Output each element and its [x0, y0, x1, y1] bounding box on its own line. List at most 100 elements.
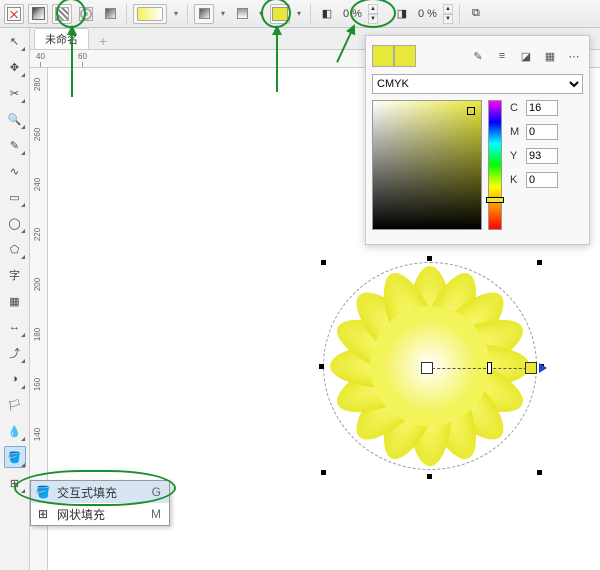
- cmyk-inputs: C M Y K: [510, 100, 558, 230]
- polygon-tool[interactable]: ⬠: [4, 238, 26, 260]
- artistic-media-tool[interactable]: ∿: [4, 160, 26, 182]
- pick-tool[interactable]: ↖: [4, 30, 26, 52]
- color-viewer-button[interactable]: ◪: [517, 47, 535, 65]
- c-label: C: [510, 102, 522, 114]
- separator: [459, 4, 460, 24]
- text-tool[interactable]: 字: [4, 264, 26, 286]
- flyout-shortcut: M: [151, 507, 165, 521]
- separator: [187, 4, 188, 24]
- linear-gradient-icon: [137, 7, 163, 21]
- gradient-vector[interactable]: [427, 368, 537, 369]
- flower-shape[interactable]: [305, 248, 555, 484]
- effects-tool[interactable]: ◑: [4, 368, 26, 390]
- property-bar: ▾ ▾ ▾ ▾ ◧ 0 % ▲▼ ◨ 0 % ▲▼ ⧉: [0, 0, 600, 28]
- m-input[interactable]: [526, 124, 558, 140]
- start-color-icon: [199, 8, 210, 19]
- paint-bucket-icon: 🪣: [35, 484, 51, 500]
- midpoint-button[interactable]: [232, 4, 252, 24]
- swatch-pair[interactable]: [372, 45, 416, 67]
- toolbox: ↖ ✥ ✂ 🔍 ✎ ∿ ▭ ◯ ⬠ 字 ▦ ↔ ⤴ ◑ 🏳 💧 🪣 ⊞: [0, 28, 30, 570]
- hue-cursor[interactable]: [486, 197, 504, 203]
- ruler-v-tick: 180: [33, 328, 42, 341]
- midpoint-dropdown[interactable]: ▾: [256, 9, 266, 18]
- ruler-v-tick: 240: [33, 178, 42, 191]
- ruler-v-tick: 220: [33, 228, 42, 241]
- end-color-swatch[interactable]: [270, 4, 290, 24]
- ruler-h-tick: 40: [36, 52, 45, 61]
- color-field-cursor[interactable]: [467, 107, 475, 115]
- dimension-tool[interactable]: ↔: [4, 316, 26, 338]
- flyout-shortcut: G: [152, 485, 165, 499]
- shape-tool[interactable]: ✥: [4, 56, 26, 78]
- flyout-item-interactive-fill[interactable]: 🪣 交互式填充 G: [31, 481, 169, 503]
- add-document-tab[interactable]: +: [93, 33, 113, 49]
- ruler-v-tick: 260: [33, 128, 42, 141]
- gradient-start-handle[interactable]: [421, 362, 433, 374]
- transparency-tool[interactable]: 🏳: [4, 394, 26, 416]
- ruler-h-tick: 60: [78, 52, 87, 61]
- old-color-swatch: [394, 45, 416, 67]
- gradient-arrow-icon: [539, 363, 547, 373]
- mesh-icon: ⊞: [35, 506, 51, 522]
- texture-icon: [79, 7, 93, 21]
- zoom-tool[interactable]: 🔍: [4, 108, 26, 130]
- gradient-end-handle[interactable]: [525, 362, 537, 374]
- postscript-icon: [105, 8, 116, 19]
- midpoint-icon: [237, 8, 248, 19]
- connector-tool[interactable]: ⤴: [4, 342, 26, 364]
- y-input[interactable]: [526, 148, 558, 164]
- transparency-icon2[interactable]: ◨: [392, 4, 412, 24]
- gradient-preset-dropdown[interactable]: ▾: [171, 9, 181, 18]
- interactive-fill-tool[interactable]: 🪣: [4, 446, 26, 468]
- table-tool[interactable]: ▦: [4, 290, 26, 312]
- ruler-v-tick: 160: [33, 378, 42, 391]
- color-picker-panel: ✎ ≡ ◪ ▦ ⋯ CMYK C M Y K: [365, 35, 590, 245]
- y-label: Y: [510, 150, 522, 162]
- interactive-fill-flyout: 🪣 交互式填充 G ⊞ 网状填充 M: [30, 480, 170, 526]
- ruler-v-tick: 140: [33, 428, 42, 441]
- freehand-tool[interactable]: ✎: [4, 134, 26, 156]
- fill-texture-button[interactable]: [76, 4, 96, 24]
- ellipse-tool[interactable]: ◯: [4, 212, 26, 234]
- palettes-button[interactable]: ▦: [541, 47, 559, 65]
- gradient-preset[interactable]: [133, 4, 167, 24]
- eyedropper-button[interactable]: ✎: [469, 47, 487, 65]
- start-color-dropdown[interactable]: ▾: [218, 9, 228, 18]
- transparency-icon1[interactable]: ◧: [317, 4, 337, 24]
- color-field[interactable]: [372, 100, 482, 230]
- more-options-button[interactable]: ⋯: [565, 47, 583, 65]
- color-model-select[interactable]: CMYK: [372, 74, 583, 94]
- gradient-swatch-icon: [32, 7, 45, 20]
- c-input[interactable]: [526, 100, 558, 116]
- eyedropper-tool[interactable]: 💧: [4, 420, 26, 442]
- k-input[interactable]: [526, 172, 558, 188]
- flyout-item-mesh-fill[interactable]: ⊞ 网状填充 M: [31, 503, 169, 525]
- flyout-label: 网状填充: [57, 506, 105, 523]
- fill-none-button[interactable]: [4, 4, 24, 24]
- gradient-mid-handle[interactable]: [487, 362, 492, 374]
- m-label: M: [510, 126, 522, 138]
- copy-fill-button[interactable]: ⧉: [466, 4, 486, 24]
- transparency-spin2[interactable]: ▲▼: [443, 4, 453, 24]
- fill-uniform-button[interactable]: [28, 4, 48, 24]
- fill-postscript-button[interactable]: [100, 4, 120, 24]
- fill-fountain-button[interactable]: [52, 4, 72, 24]
- none-icon: [7, 7, 21, 21]
- rectangle-tool[interactable]: ▭: [4, 186, 26, 208]
- ruler-v-tick: 280: [33, 78, 42, 91]
- transparency-spin1[interactable]: ▲▼: [368, 4, 378, 24]
- hue-slider[interactable]: [488, 100, 502, 230]
- end-color-icon: [272, 7, 288, 21]
- end-color-dropdown[interactable]: ▾: [294, 9, 304, 18]
- separator: [126, 4, 127, 24]
- separator: [310, 4, 311, 24]
- k-label: K: [510, 174, 522, 186]
- document-tab[interactable]: 未命名: [34, 28, 89, 49]
- start-color-swatch[interactable]: [194, 4, 214, 24]
- sliders-button[interactable]: ≡: [493, 47, 511, 65]
- crop-tool[interactable]: ✂: [4, 82, 26, 104]
- flyout-label: 交互式填充: [57, 484, 117, 501]
- transparency-value1: 0 %: [343, 8, 362, 20]
- pattern-icon: [55, 7, 69, 21]
- mesh-fill-tool[interactable]: ⊞: [4, 472, 26, 494]
